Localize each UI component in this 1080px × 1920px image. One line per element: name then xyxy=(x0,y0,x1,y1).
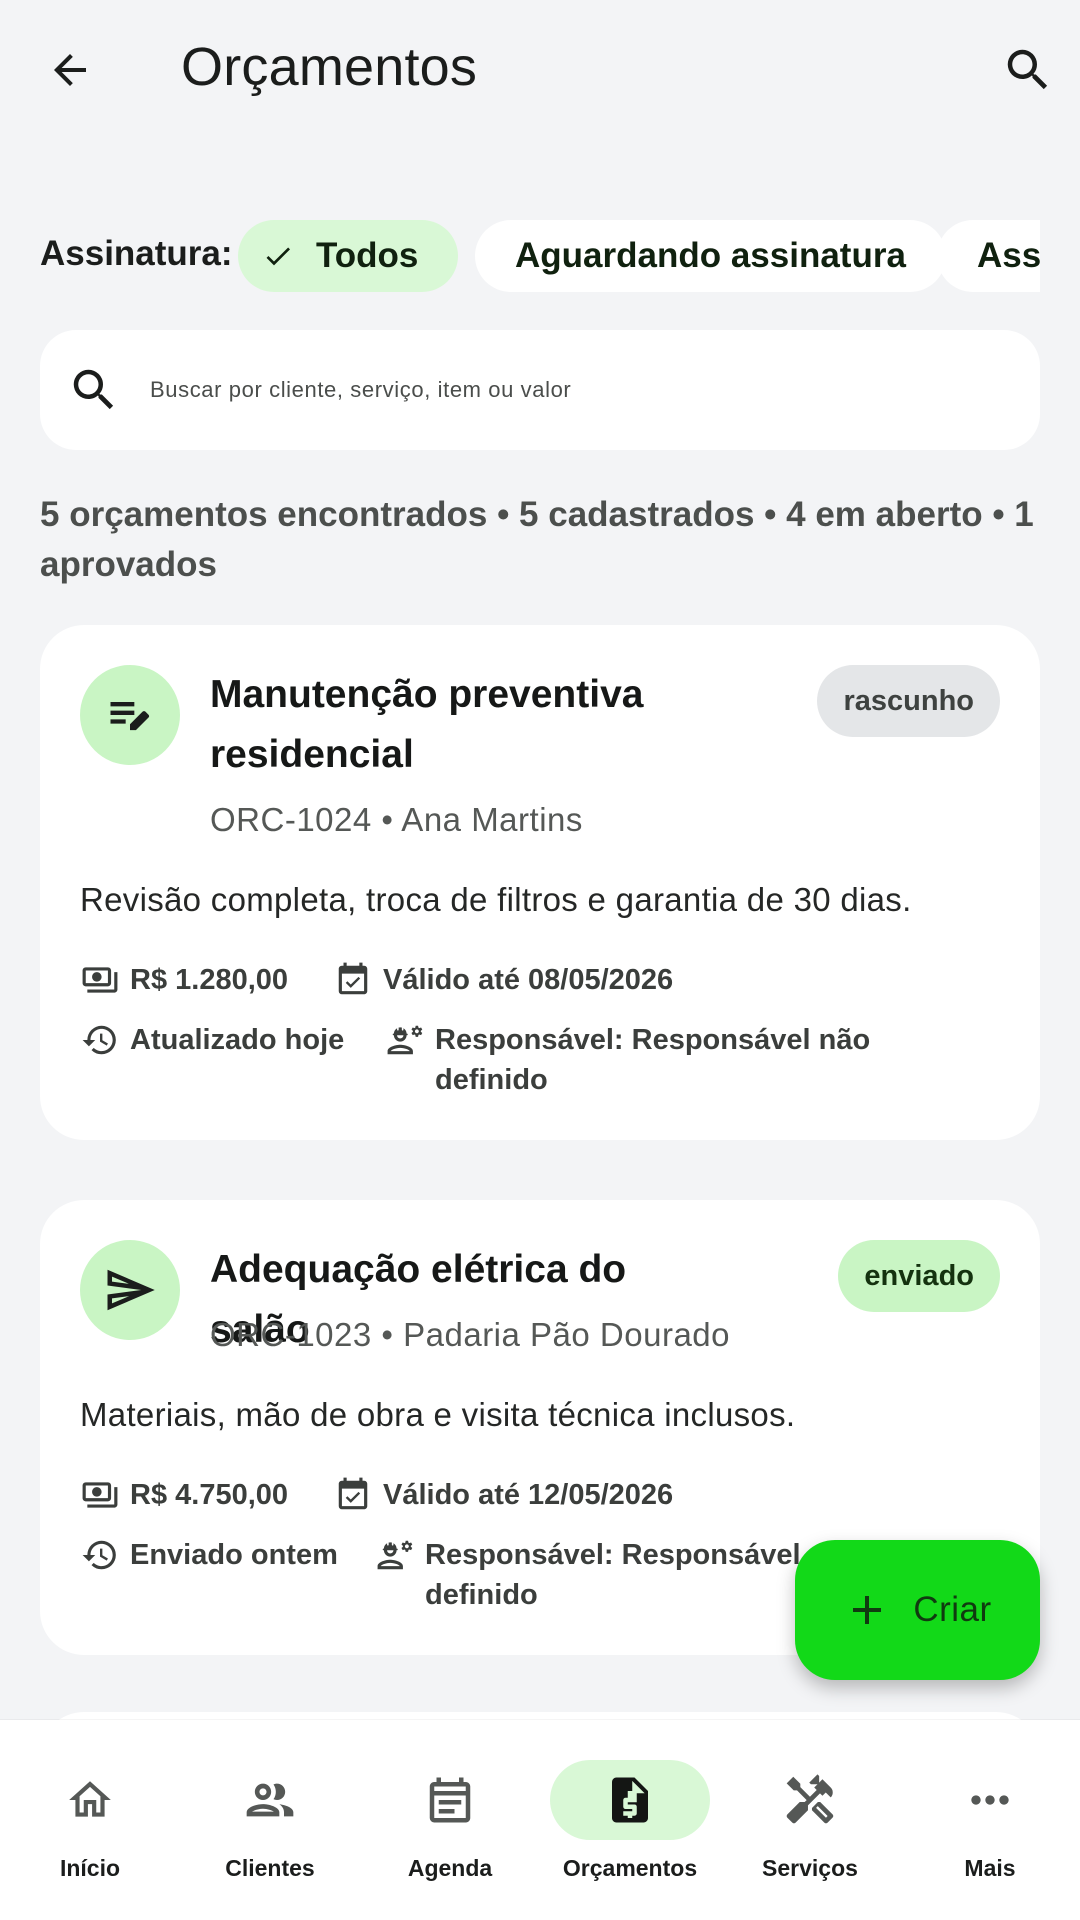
signature-filter-row: Assinatura: Todos Aguardando assinatura … xyxy=(0,220,1040,292)
nav-item-clientes[interactable]: Clientes xyxy=(180,1760,360,1900)
quote-avatar xyxy=(80,665,180,765)
calendar-icon xyxy=(429,1777,471,1823)
results-summary: 5 orçamentos encontrados • 5 cadastrados… xyxy=(40,495,1034,584)
bottom-navigation: Início Clientes Agenda Orçamentos Serviç… xyxy=(0,1720,1080,1920)
arrow-back-icon xyxy=(54,54,86,86)
send-icon xyxy=(107,1269,155,1311)
people-icon xyxy=(246,1783,294,1817)
nav-item-servicos[interactable]: Serviços xyxy=(720,1760,900,1900)
engineer-icon xyxy=(385,1020,425,1060)
search-field[interactable] xyxy=(40,330,1040,450)
tools-icon xyxy=(786,1774,834,1824)
quote-avatar xyxy=(80,1240,180,1340)
history-icon xyxy=(80,1535,120,1575)
chip-label: Aguardando assinatura xyxy=(515,236,906,275)
nav-label: Agenda xyxy=(407,1855,493,1881)
money-icon xyxy=(80,960,120,1000)
status-badge: enviado xyxy=(838,1240,1000,1312)
quote-card[interactable]: Manutenção preventiva residencial ORC-10… xyxy=(40,625,1040,1140)
quote-description: Revisão completa, troca de filtros e gar… xyxy=(80,881,912,918)
nav-label: Serviços xyxy=(762,1855,858,1881)
quote-title: Manutenção preventiva residencial xyxy=(210,673,644,776)
quote-responsible: Responsável: Responsável não definido xyxy=(385,1020,905,1100)
nav-label: Início xyxy=(59,1855,121,1881)
engineer-icon xyxy=(375,1535,415,1575)
quote-subtitle: ORC-1023 • Padaria Pão Dourado xyxy=(210,1316,731,1353)
search-button[interactable] xyxy=(998,40,1058,100)
chip-assinado[interactable]: Assi xyxy=(937,220,1040,292)
top-app-bar: Orçamentos xyxy=(0,0,1080,140)
invoice-icon xyxy=(612,1777,648,1823)
more-icon xyxy=(971,1795,1009,1805)
quote-value: R$ 4.750,00 xyxy=(80,1475,288,1515)
quote-valid-until: Válido até 08/05/2026 xyxy=(333,960,673,1000)
fab-label: Criar xyxy=(913,1590,992,1629)
nav-item-agenda[interactable]: Agenda xyxy=(360,1760,540,1900)
page-title: Orçamentos xyxy=(181,37,478,97)
money-icon xyxy=(80,1475,120,1515)
quote-value: R$ 1.280,00 xyxy=(80,960,288,1000)
create-quote-button[interactable]: Criar xyxy=(795,1540,1040,1680)
add-icon xyxy=(853,1596,882,1624)
search-input[interactable] xyxy=(150,360,1010,420)
calendar-check-icon xyxy=(333,1475,373,1515)
nav-item-mais[interactable]: Mais xyxy=(900,1760,1080,1900)
quote-updated: Enviado ontem xyxy=(80,1535,338,1575)
history-icon xyxy=(80,1020,120,1060)
calendar-check-icon xyxy=(333,960,373,1000)
draft-edit-icon xyxy=(110,702,150,731)
home-icon xyxy=(69,1781,111,1817)
back-button[interactable] xyxy=(40,40,100,100)
search-icon xyxy=(64,360,124,420)
nav-label: Clientes xyxy=(225,1855,315,1881)
chip-label: Todos xyxy=(316,236,419,275)
nav-item-inicio[interactable]: Início xyxy=(0,1760,180,1900)
chip-label: Assi xyxy=(977,236,1040,275)
chip-todos[interactable]: Todos xyxy=(238,220,459,292)
chip-aguardando-assinatura[interactable]: Aguardando assinatura xyxy=(475,220,946,292)
filter-label: Assinatura: xyxy=(40,234,233,273)
quote-subtitle: ORC-1024 • Ana Martins xyxy=(210,801,583,838)
quote-valid-until: Válido até 12/05/2026 xyxy=(333,1475,673,1515)
quote-updated: Atualizado hoje xyxy=(80,1020,344,1060)
nav-item-orcamentos[interactable]: Orçamentos xyxy=(540,1760,720,1900)
quote-description: Materiais, mão de obra e visita técnica … xyxy=(80,1396,796,1433)
nav-label: Mais xyxy=(964,1855,1016,1881)
search-icon xyxy=(1007,49,1048,90)
status-badge: rascunho xyxy=(817,665,1000,737)
nav-label: Orçamentos xyxy=(562,1855,698,1881)
check-icon xyxy=(266,247,290,266)
